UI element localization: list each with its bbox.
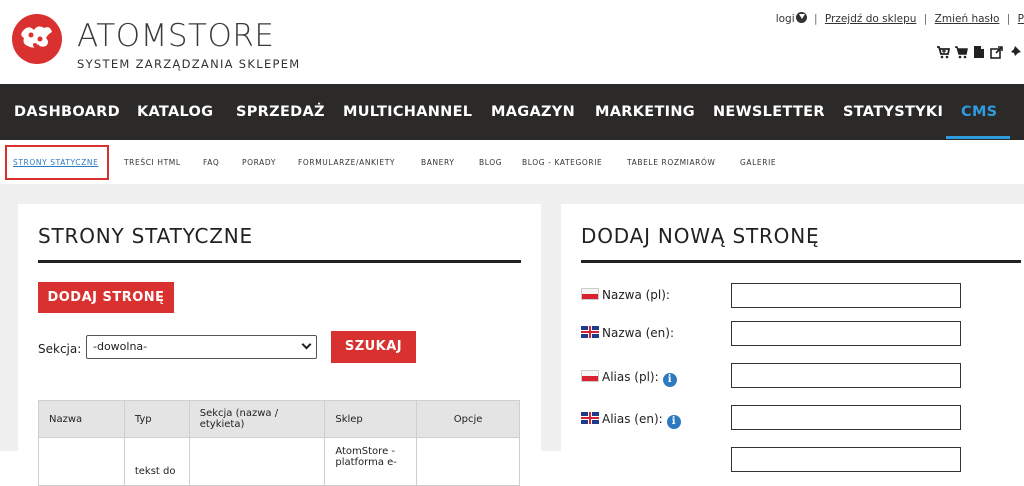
field-label-nazwa-pl: Nazwa (pl):: [581, 288, 670, 302]
nazwa-pl-input[interactable]: [731, 283, 961, 308]
subnav-formularze-ankiety[interactable]: FORMULARZE/ANKIETY: [298, 158, 395, 167]
sub-navigation: STRONY STATYCZNE TREŚCI HTML FAQ PORADY …: [0, 140, 1024, 184]
content-area: STRONY STATYCZNE DODAJ STRONĘ Sekcja: -d…: [0, 184, 1024, 486]
title-divider: [38, 260, 521, 263]
active-nav-indicator: [946, 136, 1010, 139]
subnav-tresci-html[interactable]: TREŚCI HTML: [124, 158, 181, 167]
field-label-alias-en: Alias (en): i: [581, 412, 681, 429]
main-navigation: DASHBOARD KATALOG SPRZEDAŻ MULTICHANNEL …: [0, 84, 1024, 140]
en-flag-icon: [581, 326, 599, 338]
top-links: logi | Przejdź do sklepu | Zmień hasło |…: [775, 12, 1024, 25]
nazwa-en-input[interactable]: [731, 321, 961, 346]
subnav-galerie[interactable]: GALERIE: [740, 158, 776, 167]
subnav-tabele-rozmiarow[interactable]: TABELE ROZMIARÓW: [627, 158, 716, 167]
brand-name: ATOMSTORE: [77, 18, 275, 54]
nav-magazyn[interactable]: MAGAZYN: [491, 84, 575, 140]
info-icon[interactable]: i: [662, 373, 677, 387]
nav-statystyki[interactable]: STATYSTYKI: [843, 84, 943, 140]
atomstore-logo-icon[interactable]: [12, 14, 62, 64]
panel-title-static-pages: STRONY STATYCZNE: [38, 224, 253, 248]
section-select-value: -dowolna-: [93, 340, 148, 353]
cart-icon[interactable]: [954, 44, 968, 59]
toolbar-icons: [936, 44, 1022, 59]
change-password-link[interactable]: Zmień hasło: [935, 13, 1000, 25]
add-page-panel: DODAJ NOWĄ STRONĘ Nazwa (pl): Nazwa (en)…: [561, 204, 1024, 472]
subnav-strony-statyczne[interactable]: STRONY STATYCZNE: [13, 158, 98, 167]
subnav-blog-kategorie[interactable]: BLOG - KATEGORIE: [522, 158, 602, 167]
section-select[interactable]: -dowolna-: [86, 335, 317, 359]
column-header-typ[interactable]: Typ: [123, 400, 190, 438]
field-label-text: Alias (en):: [602, 412, 663, 426]
pl-flag-icon: [581, 288, 599, 300]
info-icon[interactable]: i: [666, 415, 681, 429]
pl-flag-icon: [581, 370, 599, 382]
cart-add-icon[interactable]: [936, 44, 951, 59]
field-label-text: Alias (pl):: [602, 370, 659, 384]
en-flag-icon: [581, 412, 599, 424]
add-page-button[interactable]: DODAJ STRONĘ: [38, 282, 174, 313]
nav-newsletter[interactable]: NEWSLETTER: [713, 84, 825, 140]
truncated-link[interactable]: P: [1018, 13, 1024, 25]
search-button[interactable]: SZUKAJ: [331, 331, 416, 363]
subnav-blog[interactable]: BLOG: [479, 158, 502, 167]
alias-pl-input[interactable]: [731, 363, 961, 388]
login-dropdown-icon[interactable]: [795, 12, 807, 23]
subnav-faq[interactable]: FAQ: [203, 158, 219, 167]
cell-opcje[interactable]: [416, 437, 520, 486]
column-header-opcje: Opcje: [416, 400, 520, 438]
header: ATOMSTORE SYSTEM ZARZĄDZANIA SKLEPEM log…: [0, 0, 1024, 84]
go-to-shop-link[interactable]: Przejdź do sklepu: [825, 13, 917, 25]
title-divider: [581, 260, 1021, 263]
cell-sklep: AtomStore - platforma e-: [324, 437, 418, 486]
cell-nazwa: [38, 437, 125, 486]
nav-cms[interactable]: CMS: [961, 84, 997, 140]
login-label: logi: [775, 13, 795, 25]
subnav-banery[interactable]: BANERY: [421, 158, 455, 167]
panel-title-add-page: DODAJ NOWĄ STRONĘ: [581, 224, 820, 248]
field-label-nazwa-en: Nazwa (en):: [581, 326, 674, 340]
chevron-down-icon: [301, 339, 312, 350]
field-label-text: Nazwa (en):: [602, 326, 675, 340]
document-icon[interactable]: [972, 44, 986, 58]
static-pages-panel: STRONY STATYCZNE DODAJ STRONĘ Sekcja: -d…: [18, 204, 541, 486]
nav-dashboard[interactable]: DASHBOARD: [14, 84, 120, 140]
nav-sprzedaz[interactable]: SPRZEDAŻ: [236, 84, 325, 140]
field-label-alias-pl: Alias (pl): i: [581, 370, 677, 387]
alias-en-input[interactable]: [731, 405, 961, 430]
nav-katalog[interactable]: KATALOG: [137, 84, 213, 140]
table-row[interactable]: tekst do AtomStore - platforma e-: [38, 437, 520, 486]
export-icon[interactable]: [990, 44, 1004, 59]
section-label: Sekcja:: [38, 342, 82, 356]
nav-multichannel[interactable]: MULTICHANNEL: [343, 84, 472, 140]
nav-marketing[interactable]: MARKETING: [595, 84, 695, 140]
pages-table: Nazwa Typ Sekcja (nazwa / etykieta) Skle…: [38, 400, 520, 486]
field-label-text: Nazwa (pl):: [602, 288, 670, 302]
brand-tagline: SYSTEM ZARZĄDZANIA SKLEPEM: [77, 57, 301, 71]
cell-typ: tekst do: [123, 437, 190, 486]
column-header-sekcja[interactable]: Sekcja (nazwa / etykieta): [188, 400, 326, 438]
table-header-row: Nazwa Typ Sekcja (nazwa / etykieta) Skle…: [38, 400, 520, 438]
column-header-sklep[interactable]: Sklep: [324, 400, 418, 438]
subnav-porady[interactable]: PORADY: [242, 158, 276, 167]
column-header-nazwa[interactable]: Nazwa: [38, 400, 125, 438]
cell-sekcja: [188, 437, 326, 486]
pin-icon[interactable]: [1008, 44, 1022, 58]
